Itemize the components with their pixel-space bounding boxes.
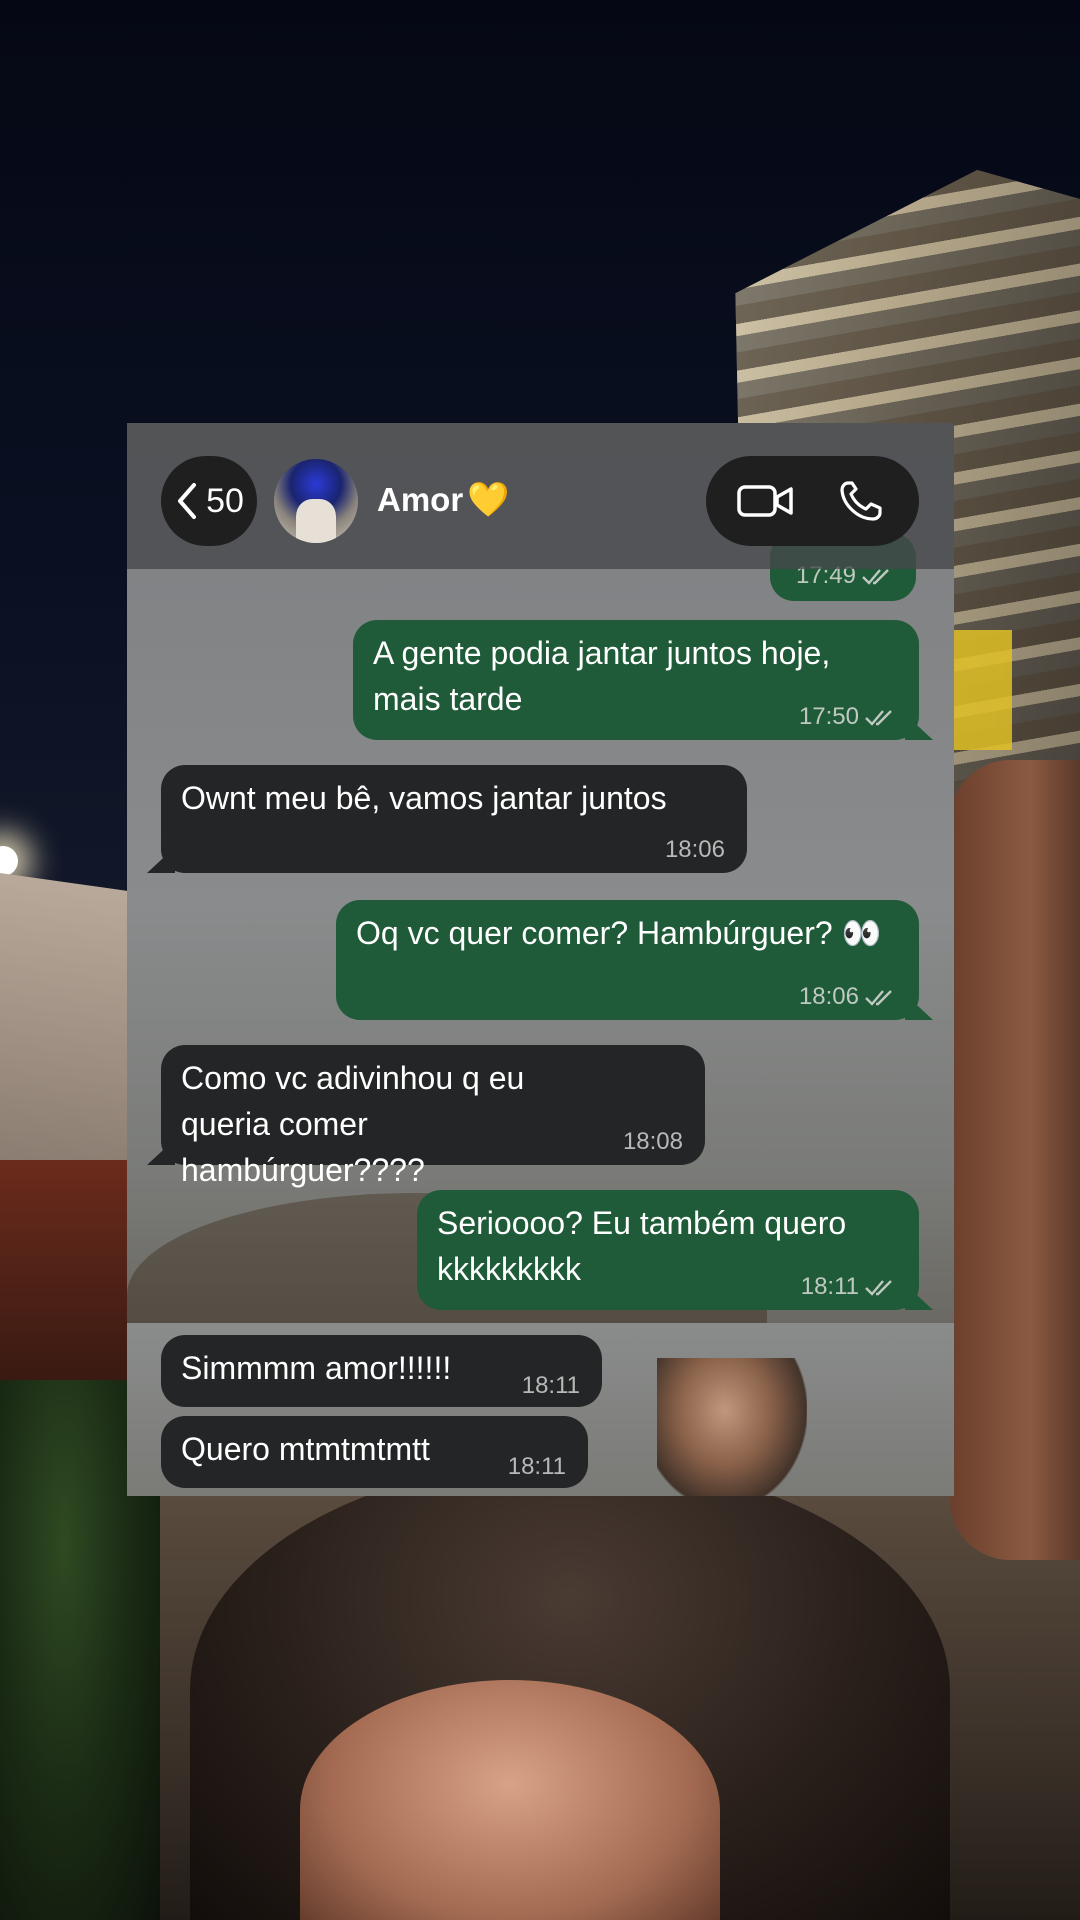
- message-text: Como vc adivinhou q eu queria comer hamb…: [181, 1060, 525, 1188]
- message-outgoing[interactable]: Serioooo? Eu também quero kkkkkkkkk 18:1…: [417, 1190, 933, 1310]
- back-button[interactable]: 50: [161, 456, 257, 546]
- unread-count: 50: [206, 481, 244, 520]
- message-time: 18:11: [507, 1453, 566, 1480]
- message-outgoing[interactable]: A gente podia jantar juntos hoje, mais t…: [353, 620, 933, 740]
- message-time: 17:50: [799, 702, 897, 732]
- chat-header: 50 Amor 💛: [127, 423, 954, 569]
- message-time: 18:06: [799, 982, 897, 1012]
- message-time: 18:11: [801, 1272, 897, 1302]
- avatar[interactable]: [274, 459, 358, 543]
- message-incoming[interactable]: Quero mtmtmtmtt 18:11: [161, 1416, 588, 1488]
- message-time: 18:11: [521, 1372, 580, 1399]
- message-time: 18:08: [622, 1128, 683, 1155]
- contact-name[interactable]: Amor 💛: [377, 478, 510, 522]
- message-time: 18:06: [664, 836, 725, 863]
- phone-icon[interactable]: [828, 477, 890, 525]
- double-check-icon: [865, 990, 892, 1006]
- double-check-icon: [865, 1280, 892, 1296]
- message-text: Oq vc quer comer? Hambúrguer? 👀: [356, 915, 882, 951]
- message-incoming[interactable]: Ownt meu bê, vamos jantar juntos 18:06: [147, 765, 747, 873]
- chevron-left-icon: [178, 483, 197, 519]
- message-incoming[interactable]: Como vc adivinhou q eu queria comer hamb…: [147, 1045, 705, 1188]
- call-actions: [706, 456, 919, 546]
- hand: [950, 760, 1080, 1560]
- message-outgoing[interactable]: Oq vc quer comer? Hambúrguer? 👀 18:06: [336, 900, 933, 1020]
- tent-roof: [0, 867, 140, 1193]
- video-camera-icon[interactable]: [735, 477, 797, 525]
- message-text: Ownt meu bê, vamos jantar juntos: [181, 780, 667, 816]
- double-check-icon: [865, 710, 892, 726]
- wallpaper-person: [657, 1358, 807, 1496]
- yellow-heart-emoji: 💛: [467, 481, 510, 519]
- chat-screenshot: 17:49 A gente podia jantar juntos hoje, …: [127, 423, 954, 1496]
- message-incoming[interactable]: Simmmm amor!!!!!! 18:11: [161, 1335, 602, 1407]
